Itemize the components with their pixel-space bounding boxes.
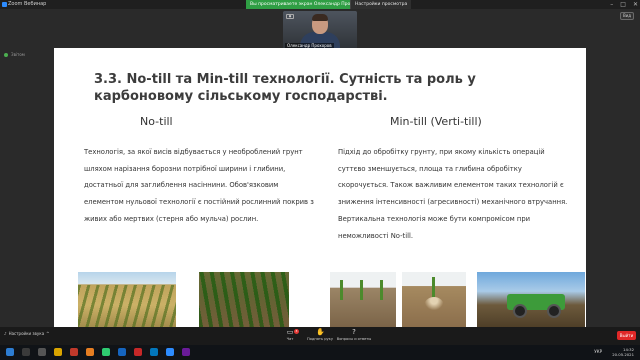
min-till-heading: Min-till (Verti-till) [390, 115, 482, 128]
no-till-heading: No-till [140, 115, 173, 128]
pdf-icon[interactable] [134, 348, 142, 356]
raise-hand-label: Поднять руку [307, 337, 333, 341]
zoom-taskbar-icon[interactable] [166, 348, 174, 356]
audio-settings-button[interactable]: ♪ Настройки звука ^ [4, 331, 50, 336]
windows-taskbar: УКР 14:32 20.05.2021 [0, 345, 640, 360]
speaker-hair [312, 14, 328, 21]
maximize-icon[interactable]: □ [620, 0, 626, 9]
title-bar: Zoom Вебинар Вы просматриваете экран Оле… [0, 0, 640, 9]
chat-badge: 3 [294, 329, 299, 334]
corn-seedlings-soil-photo [330, 272, 396, 327]
raise-hand-button[interactable]: ✋ Поднять руку [302, 328, 338, 342]
view-button[interactable]: Вид [620, 12, 634, 20]
speaker-icon: ♪ [4, 331, 7, 336]
clock-date: 20.05.2021 [612, 352, 634, 357]
minimize-icon[interactable]: – [610, 0, 613, 9]
word-icon[interactable] [118, 348, 126, 356]
app-title: Zoom Вебинар [8, 1, 47, 7]
no-till-description: Технологія, за якої висів відбувається у… [84, 148, 314, 223]
language-indicator[interactable]: УКР [594, 349, 602, 354]
no-till-crop-rows-photo [199, 272, 289, 327]
chat-icon: ▭ [286, 328, 294, 336]
zoom-logo-icon [2, 2, 7, 7]
telegram-icon[interactable] [150, 348, 158, 356]
shared-slide: 3.3. No-till та Min-till технології. Сут… [54, 48, 586, 327]
task-view-icon[interactable] [38, 348, 46, 356]
min-till-description: Підхід до обробітку грунту, при якому кі… [338, 148, 568, 240]
chrome-icon[interactable] [102, 348, 110, 356]
file-explorer-icon[interactable] [54, 348, 62, 356]
system-clock[interactable]: 14:32 20.05.2021 [612, 347, 634, 357]
qa-label: Вопросы и ответы [336, 337, 372, 341]
corn-roots-soil-photo [402, 272, 466, 327]
search-icon[interactable] [22, 348, 30, 356]
green-tillage-machine-photo [477, 272, 585, 327]
qa-icon: ? [352, 328, 356, 336]
view-options-button[interactable]: Настройки просмотра [350, 0, 412, 9]
close-icon[interactable]: ✕ [633, 0, 638, 9]
wheat-field-photo [78, 272, 176, 327]
status-text: Звітом [11, 52, 25, 57]
zoom-window: Zoom Вебинар Вы просматриваете экран Оле… [0, 0, 640, 360]
meeting-toolbar: ♪ Настройки звука ^ ▭ 3 Чат ✋ Поднять ру… [0, 327, 640, 345]
firefox-icon[interactable] [86, 348, 94, 356]
window-controls: – □ ✕ [610, 0, 638, 9]
chevron-up-icon: ^ [46, 331, 50, 336]
leave-button[interactable]: Выйти [617, 331, 636, 340]
opera-icon[interactable] [70, 348, 78, 356]
status-line: Звітом [4, 52, 25, 57]
camera-icon: ● [286, 14, 294, 19]
audio-settings-label: Настройки звука [8, 331, 45, 336]
hand-icon: ✋ [316, 328, 325, 336]
app-icon[interactable] [182, 348, 190, 356]
status-dot-icon [4, 52, 8, 57]
windows-start-icon[interactable] [6, 348, 14, 356]
slide-title: 3.3. No-till та Min-till технології. Сут… [94, 72, 476, 104]
qa-button[interactable]: ? Вопросы и ответы [336, 328, 372, 342]
speaker-video-tile[interactable]: ● Олександр Прохоров [283, 11, 357, 49]
